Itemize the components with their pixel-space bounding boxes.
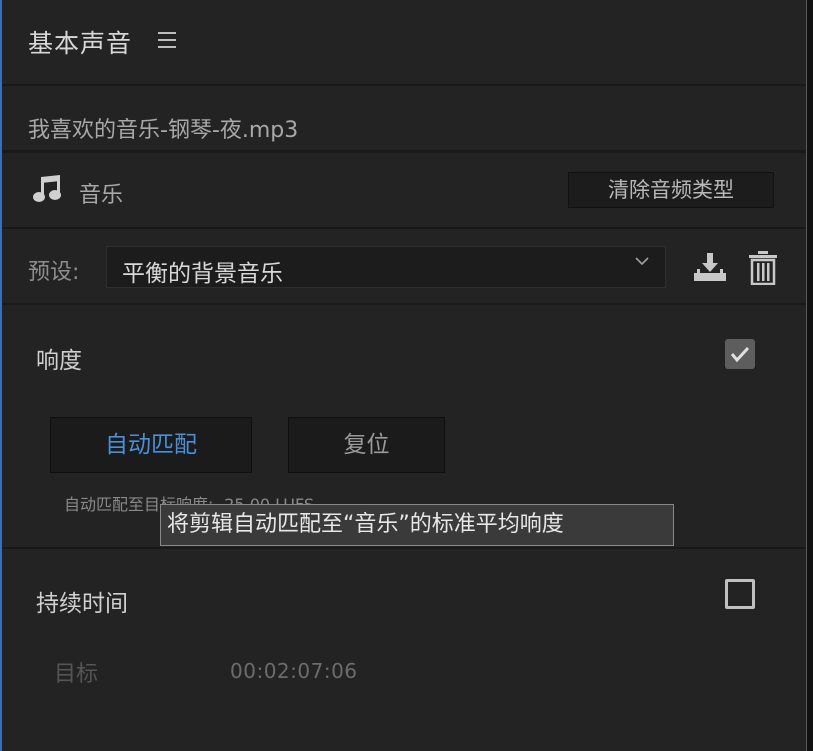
preset-value: 平衡的背景音乐 — [122, 261, 283, 287]
audio-type-label: 音乐 — [79, 183, 124, 208]
clear-audio-type-button[interactable]: 清除音频类型 — [568, 172, 774, 208]
duration-title: 持续时间 — [36, 591, 128, 617]
trash-icon[interactable] — [748, 251, 778, 285]
chevron-down-icon — [635, 257, 649, 266]
save-preset-icon[interactable] — [692, 253, 728, 283]
duration-checkbox[interactable] — [725, 579, 755, 609]
auto-match-button[interactable]: 自动匹配 — [50, 417, 252, 473]
clip-name: 我喜欢的音乐-钢琴-夜.mp3 — [28, 118, 299, 143]
clip-info: 我喜欢的音乐-钢琴-夜.mp3 — [2, 86, 807, 153]
audio-type-row: 音乐 清除音频类型 — [2, 153, 807, 229]
duration-target-value[interactable]: 00:02:07:06 — [230, 659, 358, 683]
loudness-checkbox[interactable] — [725, 339, 755, 369]
essential-sound-panel: 基本声音 我喜欢的音乐-钢琴-夜.mp3 音乐 清除音频类型 预设: 平衡的背景… — [0, 0, 807, 751]
music-note-icon — [33, 175, 61, 202]
preset-row: 预设: 平衡的背景音乐 — [2, 229, 807, 305]
loudness-section: 响度 自动匹配 复位 自动匹配至目标响度: -25.00 LUFS 将剪辑自动匹… — [2, 305, 807, 549]
preset-dropdown[interactable]: 平衡的背景音乐 — [106, 246, 666, 288]
hamburger-menu-icon[interactable] — [158, 32, 176, 53]
preset-label: 预设: — [28, 260, 80, 285]
panel-edge — [807, 0, 813, 751]
panel-header: 基本声音 — [2, 0, 807, 86]
duration-section: 持续时间 目标 00:02:07:06 — [2, 549, 807, 751]
duration-target-label: 目标 — [54, 662, 99, 687]
reset-button[interactable]: 复位 — [288, 417, 445, 473]
checkmark-icon — [730, 346, 750, 363]
panel-title: 基本声音 — [28, 29, 133, 58]
auto-match-tooltip: 将剪辑自动匹配至“音乐”的标准平均响度 — [160, 504, 674, 546]
loudness-title: 响度 — [36, 348, 82, 374]
